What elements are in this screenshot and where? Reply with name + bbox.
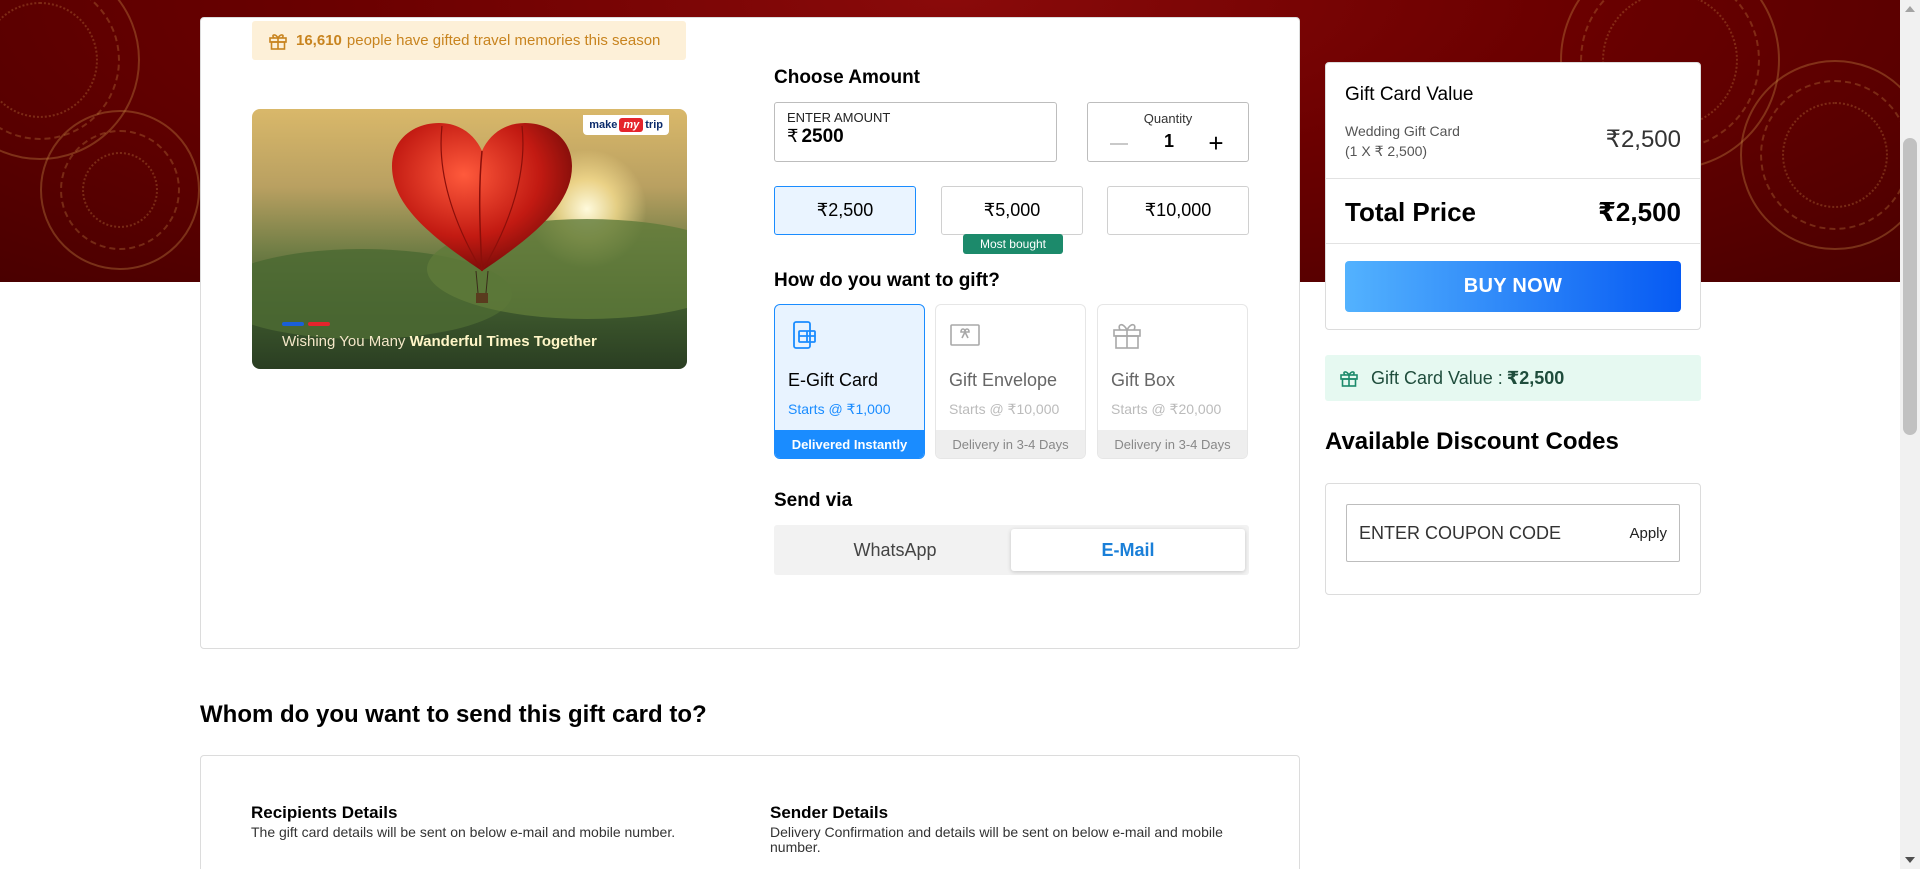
quantity-label: Quantity bbox=[1143, 111, 1193, 126]
gift-icon bbox=[1340, 371, 1358, 387]
gift-option-name: Gift Envelope bbox=[949, 370, 1058, 390]
sender-description: Delivery Confirmation and details will b… bbox=[770, 824, 1223, 855]
tagline-bold: Wanderful Times Together bbox=[409, 333, 597, 350]
scroll-down-icon[interactable] bbox=[1905, 857, 1915, 863]
gift-card-config-panel: 16,610 people have gifted travel memorie… bbox=[200, 17, 1300, 649]
gift-option-price: Starts @ ₹10,000 bbox=[949, 401, 1060, 417]
value-strip-label: Gift Card Value : bbox=[1371, 367, 1503, 388]
recipient-details: Recipients Details The gift card details… bbox=[251, 803, 731, 840]
gift-card-value-strip: Gift Card Value : ₹2,500 bbox=[1325, 355, 1701, 401]
amount-input[interactable]: ENTER AMOUNT ₹2500 bbox=[774, 102, 1057, 162]
value-strip-amount: ₹2,500 bbox=[1506, 367, 1565, 388]
most-bought-badge: Most bought bbox=[963, 234, 1063, 254]
preset-amount-10000[interactable]: ₹10,000 bbox=[1107, 186, 1249, 235]
recipient-heading: Recipients Details bbox=[251, 803, 398, 822]
gift-option-price: Starts @ ₹1,000 bbox=[788, 401, 891, 417]
e-gift-card-icon bbox=[793, 321, 816, 349]
send-via-email-tab[interactable]: E-Mail bbox=[1011, 529, 1245, 571]
scroll-up-icon[interactable] bbox=[1905, 6, 1915, 12]
currency-symbol: ₹ bbox=[787, 126, 799, 146]
coupon-placeholder: ENTER COUPON CODE bbox=[1359, 522, 1562, 543]
item-quantity: (1 X ₹ 2,500) bbox=[1345, 143, 1428, 159]
brand-color-bars bbox=[282, 322, 330, 326]
scrollbar-thumb[interactable] bbox=[1903, 138, 1917, 435]
recipients-section-title: Whom do you want to send this gift card … bbox=[200, 701, 707, 728]
recipient-sender-details: Recipients Details The gift card details… bbox=[200, 755, 1300, 869]
amount-value: 2500 bbox=[801, 126, 844, 147]
gift-card-preview-image: make my trip Wishing You Many Wanderful … bbox=[252, 109, 687, 369]
send-via-toggle: WhatsApp E-Mail bbox=[774, 525, 1249, 575]
gifted-text: people have gifted travel memories this … bbox=[346, 32, 661, 49]
apply-coupon-button[interactable]: Apply bbox=[1629, 525, 1667, 542]
preset-amount-2500[interactable]: ₹2,500 bbox=[774, 186, 916, 235]
send-via-whatsapp-tab[interactable]: WhatsApp bbox=[778, 529, 1012, 571]
gift-option-price: Starts @ ₹20,000 bbox=[1111, 401, 1222, 417]
item-name: Wedding Gift Card bbox=[1345, 123, 1460, 139]
item-amount: ₹2,500 bbox=[1605, 126, 1681, 153]
gift-option-delivery: Delivery in 3-4 Days bbox=[936, 430, 1085, 458]
heart-balloon-illustration bbox=[392, 123, 572, 303]
makemytrip-logo: make my trip bbox=[583, 115, 669, 135]
send-via-title: Send via bbox=[774, 490, 853, 511]
increment-icon[interactable]: + bbox=[1206, 130, 1226, 156]
coupon-card: ENTER COUPON CODE Apply bbox=[1325, 483, 1701, 595]
mandala-pattern-left-2 bbox=[40, 110, 200, 270]
recipient-description: The gift card details will be sent on be… bbox=[251, 824, 676, 840]
gift-option-envelope[interactable]: Gift Envelope Starts @ ₹10,000 Delivery … bbox=[935, 304, 1086, 459]
gift-option-name: E-Gift Card bbox=[788, 370, 879, 390]
gift-option-name: Gift Box bbox=[1111, 370, 1176, 390]
gift-card-line-item: Wedding Gift Card (1 X ₹ 2,500) bbox=[1345, 121, 1460, 161]
preset-amount-5000[interactable]: ₹5,000 bbox=[941, 186, 1083, 235]
quantity-stepper: Quantity 1 + bbox=[1087, 102, 1249, 162]
card-tagline: Wishing You Many Wanderful Times Togethe… bbox=[282, 333, 597, 350]
gift-option-delivery: Delivered Instantly bbox=[775, 430, 924, 458]
divider bbox=[1326, 243, 1700, 244]
buy-now-button[interactable]: BUY NOW bbox=[1345, 261, 1681, 312]
quantity-value: 1 bbox=[1163, 131, 1174, 151]
tagline-plain: Wishing You Many bbox=[282, 333, 406, 350]
decrement-icon[interactable] bbox=[1110, 143, 1128, 145]
amount-input-label: ENTER AMOUNT bbox=[787, 110, 891, 125]
total-price-label: Total Price bbox=[1345, 197, 1477, 227]
divider bbox=[1326, 178, 1700, 179]
sender-details: Sender Details Delivery Confirmation and… bbox=[770, 803, 1250, 855]
gift-option-delivery: Delivery in 3-4 Days bbox=[1098, 430, 1247, 458]
sender-heading: Sender Details bbox=[770, 803, 889, 822]
gift-icon bbox=[269, 33, 287, 50]
gift-card-value-title: Gift Card Value bbox=[1345, 84, 1474, 105]
page-scrollbar[interactable] bbox=[1900, 0, 1920, 869]
total-price-value: ₹2,500 bbox=[1597, 197, 1681, 227]
gift-type-title: How do you want to gift? bbox=[774, 270, 1000, 291]
choose-amount-title: Choose Amount bbox=[774, 67, 921, 88]
order-summary: Gift Card Value Wedding Gift Card (1 X ₹… bbox=[1325, 62, 1701, 330]
social-proof-banner: 16,610 people have gifted travel memorie… bbox=[252, 21, 686, 60]
gift-option-e-gift-card[interactable]: E-Gift Card Starts @ ₹1,000 Delivered In… bbox=[774, 304, 925, 459]
envelope-icon bbox=[950, 324, 980, 346]
coupon-code-input[interactable]: ENTER COUPON CODE Apply bbox=[1346, 504, 1680, 562]
gifted-count: 16,610 bbox=[296, 32, 342, 49]
gift-option-box[interactable]: Gift Box Starts @ ₹20,000 Delivery in 3-… bbox=[1097, 304, 1248, 459]
gift-box-icon bbox=[1113, 323, 1141, 349]
discount-codes-title: Available Discount Codes bbox=[1325, 428, 1619, 455]
